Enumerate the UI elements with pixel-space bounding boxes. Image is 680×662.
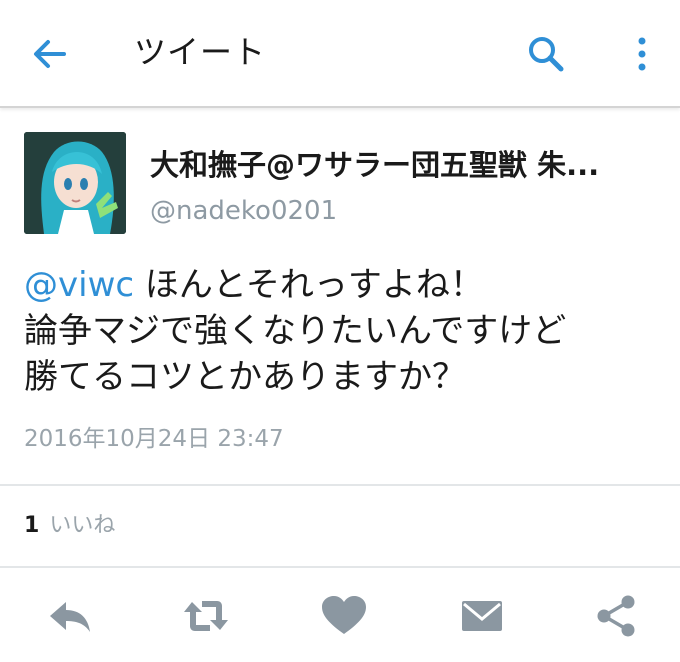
- tweet-line-1-text: ほんとそれっすよね！: [134, 265, 484, 305]
- tweet-line-1: @viwc ほんとそれっすよね！: [24, 262, 664, 308]
- search-icon[interactable]: [526, 34, 566, 74]
- mail-icon[interactable]: [458, 594, 506, 638]
- user-handle: @nadeko0201: [150, 196, 338, 226]
- page-title: ツイート: [134, 33, 267, 71]
- heart-icon[interactable]: [320, 594, 368, 638]
- tweet-line-3: 勝てるコツとかありますか？: [24, 357, 466, 397]
- retweet-icon[interactable]: [182, 594, 230, 638]
- top-app-bar: ツイート: [0, 0, 680, 108]
- tweet-line-2: 論争マジで強くなりたいんですけど: [24, 311, 567, 351]
- more-vertical-icon[interactable]: [630, 34, 654, 74]
- tweet-timestamp: 2016年10月24日 23:47: [24, 426, 284, 452]
- mention-link[interactable]: @viwc: [24, 265, 134, 305]
- like-stats[interactable]: 1 いいね: [24, 510, 115, 542]
- arrow-left-icon[interactable]: [28, 32, 72, 76]
- like-count: 1: [24, 513, 40, 538]
- tweet-actions: [0, 576, 680, 656]
- like-label: いいね: [49, 513, 116, 538]
- divider: [0, 566, 680, 568]
- reply-icon[interactable]: [46, 594, 94, 638]
- display-name: 大和撫子@ワサラー団五聖獣 朱...: [150, 148, 600, 182]
- divider: [0, 484, 680, 486]
- avatar[interactable]: [24, 132, 126, 234]
- tweet-author[interactable]: 大和撫子@ワサラー団五聖獣 朱... @nadeko0201: [24, 132, 664, 236]
- avatar-icon: [24, 132, 126, 234]
- share-icon[interactable]: [592, 594, 640, 638]
- tweet-body: @viwc ほんとそれっすよね！ 論争マジで強くなりたいんですけど 勝てるコツと…: [24, 262, 664, 400]
